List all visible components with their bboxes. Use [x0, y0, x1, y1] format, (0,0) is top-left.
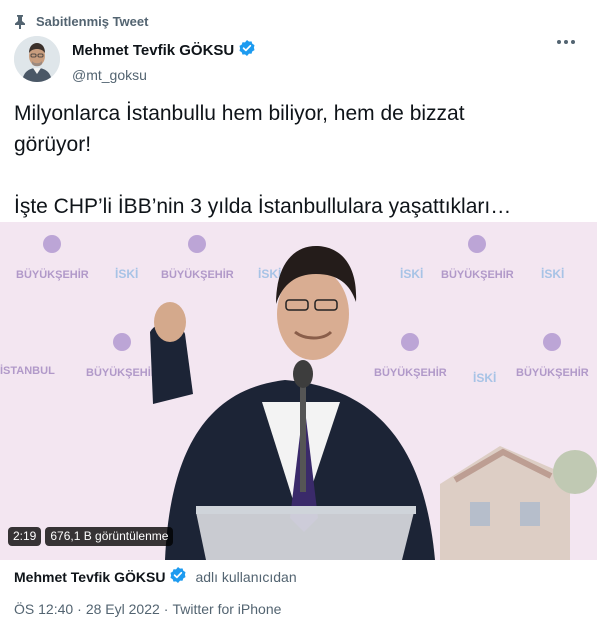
video-attribution: Mehmet Tevfik GÖKSU adlı kullanıcıdan [14, 566, 297, 587]
backdrop-text: İSTANBUL [0, 364, 55, 377]
tweet-text: Milyonlarca İstanbullu hem biliyor, hem … [14, 98, 577, 222]
podium [196, 506, 416, 560]
tweet-line: İşte CHP’li İBB’nin 3 yılda İstanbullula… [14, 195, 512, 218]
pin-icon [14, 14, 26, 29]
tweet-source: Twitter for iPhone [172, 601, 282, 617]
verified-badge-icon [169, 566, 187, 587]
backdrop-text: İSKİ [115, 266, 138, 281]
tweet-time[interactable]: ÖS 12:40 [14, 601, 73, 617]
backdrop-text: BÜYÜKŞEHİR [441, 268, 514, 281]
attribution-name[interactable]: Mehmet Tevfik GÖKSU [14, 569, 165, 585]
author-handle[interactable]: @mt_goksu [72, 67, 256, 83]
meta-separator: · [77, 601, 82, 617]
author-block: Mehmet Tevfik GÖKSU @mt_goksu [72, 36, 256, 83]
more-icon[interactable] [557, 40, 575, 44]
video-views: 676,1 B görüntülenme [45, 527, 174, 546]
verified-badge-icon [238, 39, 256, 62]
meta-separator: · [163, 601, 169, 617]
backdrop-text: İSKİ [258, 266, 281, 281]
tweet-line: görüyor! [14, 133, 92, 156]
backdrop-text: BÜYÜKŞEHİR [516, 366, 589, 379]
backdrop-text: BÜYÜKŞEHİR [86, 366, 159, 379]
video-duration: 2:19 [8, 527, 42, 546]
backdrop-text: İSKİ [473, 370, 496, 385]
tweet-header: Mehmet Tevfik GÖKSU @mt_goksu [14, 36, 583, 86]
video-frame: BÜYÜKŞEHİR BÜYÜKŞEHİR BÜYÜKŞEHİR İSKİ İS… [0, 222, 597, 560]
backdrop-text: İSKİ [541, 266, 564, 281]
pinned-text: Sabitlenmiş Tweet [36, 14, 149, 29]
tweet-date[interactable]: 28 Eyl 2022 [86, 601, 160, 617]
backdrop-text: İSKİ [400, 266, 423, 281]
avatar[interactable] [14, 36, 60, 82]
pinned-label: Sabitlenmiş Tweet [14, 14, 148, 29]
attribution-suffix: adlı kullanıcıdan [195, 568, 297, 585]
backdrop-text: BÜYÜKŞEHİR [16, 268, 89, 281]
tweet-meta: ÖS 12:40 · 28 Eyl 2022 · Twitter for iPh… [14, 601, 281, 617]
video-badges: 2:19 676,1 B görüntülenme [8, 527, 174, 546]
backdrop-text: BÜYÜKŞEHİR [161, 268, 234, 281]
author-name[interactable]: Mehmet Tevfik GÖKSU [72, 42, 234, 59]
video-player[interactable]: BÜYÜKŞEHİR BÜYÜKŞEHİR BÜYÜKŞEHİR İSKİ İS… [0, 222, 597, 560]
backdrop-text: BÜYÜKŞEHİR [374, 366, 447, 379]
tweet-line: Milyonlarca İstanbullu hem biliyor, hem … [14, 102, 465, 125]
